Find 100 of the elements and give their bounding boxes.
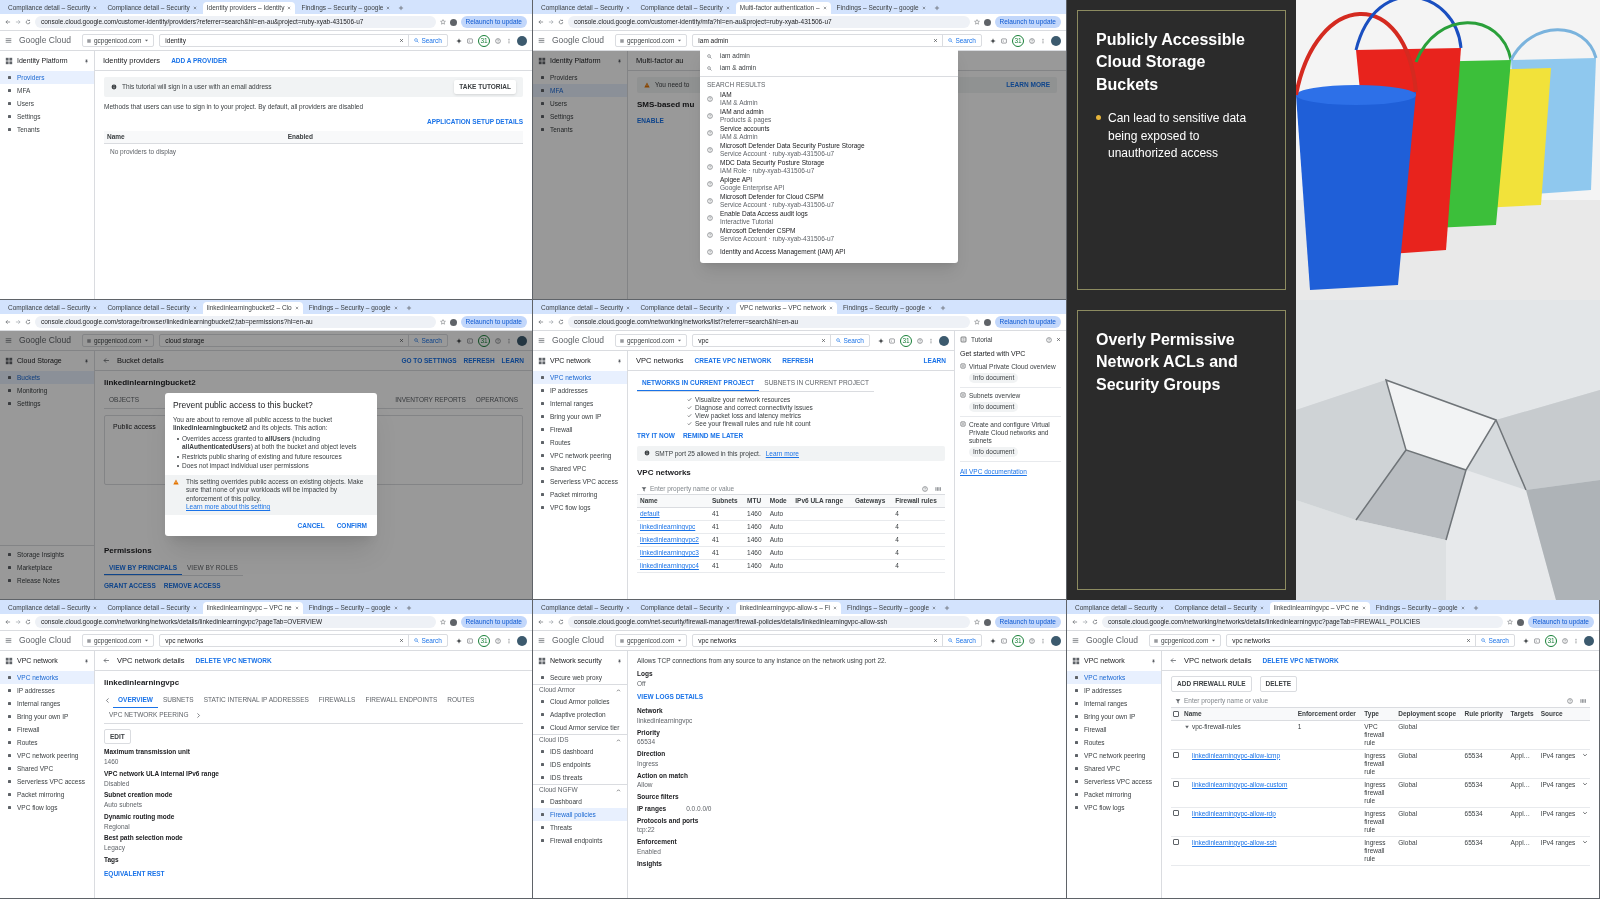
terminal-icon[interactable]	[1001, 37, 1007, 44]
bookmark-star-icon[interactable]	[973, 619, 980, 625]
expand-chevron-icon[interactable]	[1582, 780, 1588, 787]
profile-avatar[interactable]	[983, 18, 991, 26]
reload-icon[interactable]	[25, 319, 31, 325]
help-icon[interactable]	[1046, 336, 1052, 343]
menu-icon[interactable]	[538, 337, 545, 344]
back-arrow-icon[interactable]	[103, 657, 110, 664]
menu-icon[interactable]	[538, 37, 545, 44]
reload-icon[interactable]	[25, 619, 31, 625]
pin-icon[interactable]	[617, 358, 622, 364]
clear-icon[interactable]	[399, 338, 405, 343]
sparkle-icon[interactable]	[1523, 637, 1529, 644]
collapse-icon[interactable]	[616, 737, 621, 743]
account-avatar[interactable]	[1051, 35, 1061, 46]
bookmark-star-icon[interactable]	[1506, 619, 1513, 625]
back-icon[interactable]	[5, 619, 11, 625]
google-cloud-logo[interactable]: Google Cloud	[19, 34, 71, 47]
sparkle-icon[interactable]	[456, 637, 462, 644]
checkbox[interactable]	[1173, 711, 1179, 718]
help-icon[interactable]	[495, 37, 501, 44]
collapse-icon[interactable]	[616, 787, 621, 793]
reload-icon[interactable]	[1092, 619, 1098, 625]
google-cloud-logo[interactable]: Google Cloud	[19, 334, 71, 347]
sparkle-icon[interactable]	[990, 637, 996, 644]
clear-icon[interactable]	[821, 338, 827, 343]
help-icon[interactable]	[495, 337, 501, 344]
back-arrow-icon[interactable]	[103, 357, 110, 364]
forward-icon[interactable]	[548, 319, 554, 325]
pin-icon[interactable]	[617, 58, 622, 64]
new-tab-icon[interactable]	[933, 5, 940, 11]
pin-icon[interactable]	[1151, 658, 1156, 664]
expand-chevron-icon[interactable]	[1582, 809, 1588, 816]
google-cloud-logo[interactable]: Google Cloud	[552, 634, 604, 647]
back-icon[interactable]	[5, 319, 11, 325]
account-avatar[interactable]	[517, 635, 527, 646]
columns-icon[interactable]	[935, 485, 941, 492]
google-cloud-logo[interactable]: Google Cloud	[552, 34, 604, 47]
profile-avatar[interactable]	[449, 318, 457, 326]
help-icon[interactable]	[1562, 637, 1568, 644]
terminal-icon[interactable]	[467, 37, 473, 44]
expand-chevron-icon[interactable]	[1582, 751, 1588, 758]
reload-icon[interactable]	[558, 19, 564, 25]
checkbox[interactable]	[1173, 809, 1179, 816]
google-cloud-logo[interactable]: Google Cloud	[19, 634, 71, 647]
new-tab-icon[interactable]	[398, 5, 405, 11]
pin-icon[interactable]	[84, 58, 89, 64]
chevron-left-icon[interactable]	[104, 696, 111, 704]
bookmark-star-icon[interactable]	[439, 319, 446, 325]
profile-avatar[interactable]	[983, 618, 991, 626]
collapse-icon[interactable]	[616, 687, 621, 693]
bookmark-star-icon[interactable]	[973, 19, 980, 25]
terminal-icon[interactable]	[889, 337, 895, 344]
clear-icon[interactable]	[399, 38, 405, 43]
menu-icon[interactable]	[5, 337, 12, 344]
forward-icon[interactable]	[548, 19, 554, 25]
sparkle-icon[interactable]	[456, 37, 462, 44]
clear-icon[interactable]	[933, 638, 939, 643]
new-tab-icon[interactable]	[944, 605, 951, 611]
profile-avatar[interactable]	[1516, 618, 1524, 626]
help-icon[interactable]	[1029, 637, 1035, 644]
terminal-icon[interactable]	[467, 637, 473, 644]
expand-caret-icon[interactable]	[1184, 723, 1190, 730]
new-tab-icon[interactable]	[940, 305, 947, 311]
forward-icon[interactable]	[1082, 619, 1088, 625]
help-icon[interactable]	[917, 337, 923, 344]
new-tab-icon[interactable]	[405, 305, 412, 311]
back-icon[interactable]	[538, 319, 544, 325]
bookmark-star-icon[interactable]	[439, 19, 446, 25]
account-avatar[interactable]	[1051, 635, 1061, 646]
back-icon[interactable]	[538, 19, 544, 25]
menu-icon[interactable]	[5, 637, 12, 644]
clear-icon[interactable]	[399, 638, 405, 643]
columns-icon[interactable]	[1580, 698, 1586, 705]
menu-icon[interactable]	[538, 637, 545, 644]
forward-icon[interactable]	[15, 619, 21, 625]
back-arrow-icon[interactable]	[1170, 657, 1177, 664]
menu-icon[interactable]	[5, 37, 12, 44]
bookmark-star-icon[interactable]	[439, 619, 446, 625]
terminal-icon[interactable]	[467, 337, 473, 344]
checkbox[interactable]	[1173, 780, 1179, 787]
forward-icon[interactable]	[548, 619, 554, 625]
sparkle-icon[interactable]	[456, 337, 462, 344]
sparkle-icon[interactable]	[990, 37, 996, 44]
google-cloud-logo[interactable]: Google Cloud	[552, 334, 604, 347]
reload-icon[interactable]	[558, 319, 564, 325]
help-icon[interactable]	[1567, 698, 1573, 705]
expand-chevron-icon[interactable]	[1582, 838, 1588, 845]
pin-icon[interactable]	[84, 658, 89, 664]
account-avatar[interactable]	[517, 35, 527, 46]
profile-avatar[interactable]	[449, 618, 457, 626]
close-icon[interactable]	[1056, 337, 1061, 343]
chevron-right-icon[interactable]	[195, 711, 203, 719]
terminal-icon[interactable]	[1001, 637, 1007, 644]
checkbox[interactable]	[1173, 751, 1179, 758]
terminal-icon[interactable]	[1534, 637, 1540, 644]
checkbox[interactable]	[1173, 838, 1179, 845]
account-avatar[interactable]	[939, 335, 949, 346]
menu-icon[interactable]	[1072, 637, 1079, 644]
back-icon[interactable]	[1072, 619, 1078, 625]
